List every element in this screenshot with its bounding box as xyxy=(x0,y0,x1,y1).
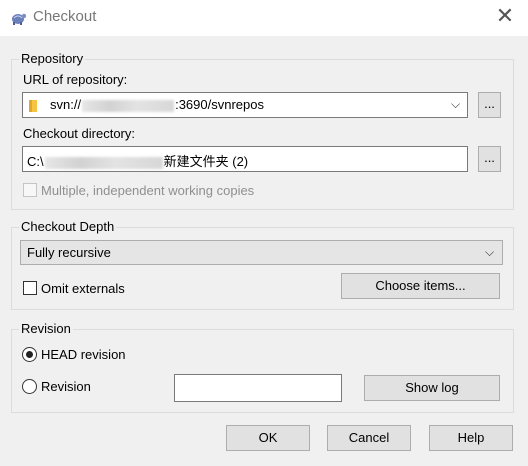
url-browse-button[interactable]: ... xyxy=(478,92,501,118)
help-label: Help xyxy=(457,430,485,445)
show-log-button[interactable]: Show log xyxy=(364,375,500,401)
ok-button[interactable]: OK xyxy=(226,425,310,451)
checkout-directory-input[interactable]: C:\ 新建文件夹 (2) xyxy=(22,146,468,172)
omit-externals-label: Omit externals xyxy=(41,281,125,296)
folder-icon xyxy=(29,100,37,112)
directory-browse-button[interactable]: ... xyxy=(478,146,501,172)
ok-label: OK xyxy=(258,430,278,445)
directory-suffix: 新建文件夹 (2) xyxy=(163,154,249,169)
cancel-label: Cancel xyxy=(348,430,390,445)
revision-number-input[interactable] xyxy=(174,374,342,402)
omit-externals-checkbox[interactable] xyxy=(23,281,37,295)
revision-label: Revision xyxy=(41,379,91,394)
checkout-depth-group-title: Checkout Depth xyxy=(19,219,117,234)
close-icon: ✕ xyxy=(495,4,515,29)
show-log-label: Show log xyxy=(405,380,459,395)
head-revision-label: HEAD revision xyxy=(41,347,126,362)
close-button[interactable]: ✕ xyxy=(486,4,524,32)
multiple-working-copies-label: Multiple, independent working copies xyxy=(41,183,255,198)
redacted-host xyxy=(82,99,175,112)
multiple-working-copies-checkbox[interactable] xyxy=(23,183,37,197)
revision-group-title: Revision xyxy=(19,321,73,336)
choose-items-button[interactable]: Choose items... xyxy=(341,273,500,299)
directory-browse-label: ... xyxy=(484,150,495,165)
help-button[interactable]: Help xyxy=(429,425,513,451)
url-label: URL of repository: xyxy=(23,72,128,87)
head-revision-radio[interactable] xyxy=(22,347,37,362)
directory-prefix: C:\ xyxy=(27,154,44,169)
depth-selected-value: Fully recursive xyxy=(27,245,111,260)
title-bar: Checkout ✕ xyxy=(0,0,528,36)
redacted-path xyxy=(44,156,163,169)
url-browse-label: ... xyxy=(484,96,495,111)
url-suffix: :3690/svnrepos xyxy=(175,97,264,112)
chevron-down-icon: ⌵ xyxy=(485,245,495,259)
window-title: Checkout xyxy=(33,8,97,25)
cancel-button[interactable]: Cancel xyxy=(327,425,411,451)
repository-group-title: Repository xyxy=(19,51,86,66)
url-combobox[interactable]: svn:// :3690/svnrepos ⌵ xyxy=(22,92,468,118)
url-prefix: svn:// xyxy=(50,97,82,112)
depth-select[interactable]: Fully recursive ⌵ xyxy=(20,240,503,265)
checkout-directory-label: Checkout directory: xyxy=(23,126,135,141)
choose-items-label: Choose items... xyxy=(375,278,466,293)
chevron-down-icon[interactable]: ⌵ xyxy=(451,97,460,112)
tortoisesvn-icon xyxy=(12,13,27,25)
revision-radio[interactable] xyxy=(22,379,37,394)
